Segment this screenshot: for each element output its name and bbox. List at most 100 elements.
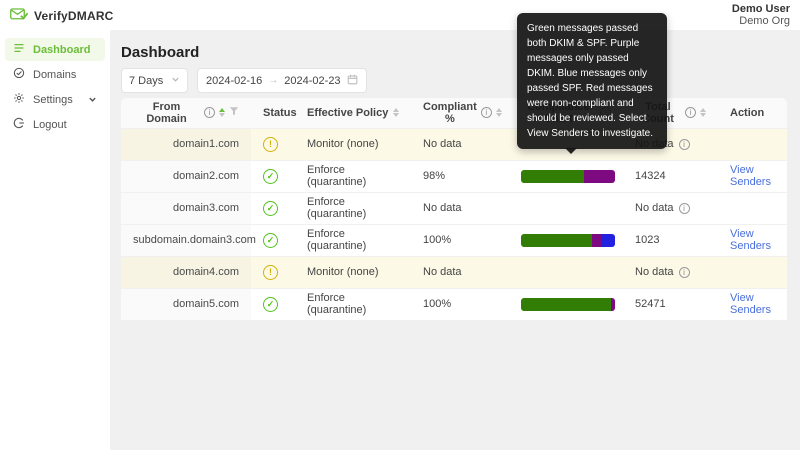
column-header-compliant[interactable]: Compliant % i — [411, 98, 509, 128]
top-bar: VerifyDMARC Demo User Demo Org — [0, 0, 800, 30]
cell-action — [718, 192, 787, 224]
cell-total-text: 14324 — [635, 170, 666, 182]
cell-status: ! — [251, 256, 295, 288]
table-row: domain2.com ✓ Enforce (quarantine) 98% 1… — [121, 160, 787, 192]
sidebar-item-domains[interactable]: Domains — [5, 63, 105, 86]
info-icon[interactable]: i — [679, 139, 690, 150]
sidebar-item-settings[interactable]: Settings — [5, 88, 105, 111]
cell-policy: Monitor (none) — [295, 256, 411, 288]
sort-control[interactable] — [219, 108, 225, 117]
cell-domain: subdomain.domain3.com — [121, 224, 251, 256]
cell-policy: Monitor (none) — [295, 128, 411, 160]
date-end[interactable]: 2024-02-23 — [284, 75, 340, 87]
calendar-icon — [347, 74, 358, 88]
cell-domain: domain1.com — [121, 128, 251, 160]
cell-total-text: 1023 — [635, 234, 659, 246]
compliance-bar[interactable] — [521, 170, 615, 183]
bar-segment-green — [521, 170, 584, 183]
cell-chart — [509, 224, 623, 256]
envelope-check-icon — [10, 6, 28, 26]
cell-chart — [509, 288, 623, 320]
cell-domain: domain4.com — [121, 256, 251, 288]
table-row: domain4.com ! Monitor (none) No data No … — [121, 256, 787, 288]
column-header-from-domain[interactable]: From Domain i — [121, 98, 251, 128]
page-title: Dashboard — [121, 44, 199, 61]
info-icon[interactable]: i — [679, 267, 690, 278]
status-warning-icon: ! — [263, 265, 278, 280]
cell-policy: Enforce (quarantine) — [295, 192, 411, 224]
table-row: subdomain.domain3.com ✓ Enforce (quarant… — [121, 224, 787, 256]
app-logo[interactable]: VerifyDMARC — [10, 6, 114, 26]
cell-status: ✓ — [251, 192, 295, 224]
compliance-chart-tooltip: Green messages passed both DKIM & SPF. P… — [517, 13, 667, 149]
cell-total: 52471 — [623, 288, 718, 320]
bar-segment-green — [521, 234, 592, 247]
cell-total: 1023 — [623, 224, 718, 256]
cell-status: ✓ — [251, 224, 295, 256]
column-header-action: Action — [718, 98, 787, 128]
status-ok-icon: ✓ — [263, 233, 278, 248]
column-header-effective-policy[interactable]: Effective Policy — [295, 98, 411, 128]
date-start[interactable]: 2024-02-16 — [206, 75, 262, 87]
cell-status: ✓ — [251, 160, 295, 192]
user-name: Demo User — [732, 3, 790, 15]
view-senders-link[interactable]: View Senders — [730, 292, 771, 316]
column-label: Action — [730, 107, 764, 119]
cell-chart — [509, 160, 623, 192]
cell-action — [718, 128, 787, 160]
cell-action: View Senders — [718, 160, 787, 192]
range-select[interactable]: 7 Days — [121, 68, 188, 93]
dashboard-icon — [13, 42, 25, 57]
view-senders-link[interactable]: View Senders — [730, 228, 771, 252]
cell-domain: domain3.com — [121, 192, 251, 224]
info-icon[interactable]: i — [481, 107, 492, 118]
main-content: Dashboard 7 Days 2024-02-16 → 2024-02-23 — [110, 30, 800, 450]
cell-chart — [509, 192, 623, 224]
info-icon[interactable]: i — [685, 107, 696, 118]
sidebar-item-dashboard[interactable]: Dashboard — [5, 38, 105, 61]
cell-domain: domain2.com — [121, 160, 251, 192]
date-range-picker[interactable]: 2024-02-16 → 2024-02-23 — [197, 68, 367, 93]
app-title: VerifyDMARC — [34, 9, 114, 23]
table-header-row: From Domain i — [121, 98, 787, 128]
tooltip-text: Green messages passed both DKIM & SPF. P… — [527, 23, 653, 139]
cell-total: No data i — [623, 256, 718, 288]
info-icon[interactable]: i — [679, 203, 690, 214]
cell-action — [718, 256, 787, 288]
cell-compliant: No data — [411, 128, 509, 160]
status-warning-icon: ! — [263, 137, 278, 152]
bar-segment-purple — [584, 170, 615, 183]
view-senders-link[interactable]: View Senders — [730, 164, 771, 188]
cell-policy: Enforce (quarantine) — [295, 224, 411, 256]
arrow-right-icon: → — [268, 75, 278, 86]
sidebar-item-label: Dashboard — [33, 44, 90, 56]
status-ok-icon: ✓ — [263, 297, 278, 312]
cell-compliant: 100% — [411, 288, 509, 320]
cell-action: View Senders — [718, 224, 787, 256]
cell-action: View Senders — [718, 288, 787, 320]
filter-bar: 7 Days 2024-02-16 → 2024-02-23 — [121, 68, 367, 93]
cell-compliant: No data — [411, 192, 509, 224]
chevron-down-icon — [171, 75, 180, 87]
column-label: From Domain — [133, 101, 200, 125]
sidebar-item-label: Logout — [33, 119, 67, 131]
gear-icon — [13, 92, 25, 107]
bar-segment-purple — [611, 298, 615, 311]
domains-table: From Domain i — [121, 98, 787, 321]
column-header-status: Status — [251, 98, 295, 128]
sidebar: Dashboard Domains Settings — [0, 30, 110, 450]
column-label: Status — [263, 107, 297, 119]
sidebar-item-logout[interactable]: Logout — [5, 113, 105, 136]
sort-control[interactable] — [496, 108, 502, 117]
user-box[interactable]: Demo User Demo Org — [732, 3, 790, 27]
info-icon[interactable]: i — [204, 107, 215, 118]
filter-funnel-icon[interactable] — [229, 106, 239, 119]
compliance-bar[interactable] — [521, 298, 615, 311]
sidebar-item-label: Domains — [33, 69, 76, 81]
cell-policy: Enforce (quarantine) — [295, 288, 411, 320]
sort-control[interactable] — [700, 108, 706, 117]
status-ok-icon: ✓ — [263, 169, 278, 184]
sort-control[interactable] — [393, 108, 399, 117]
cell-chart — [509, 256, 623, 288]
compliance-bar[interactable] — [521, 234, 615, 247]
